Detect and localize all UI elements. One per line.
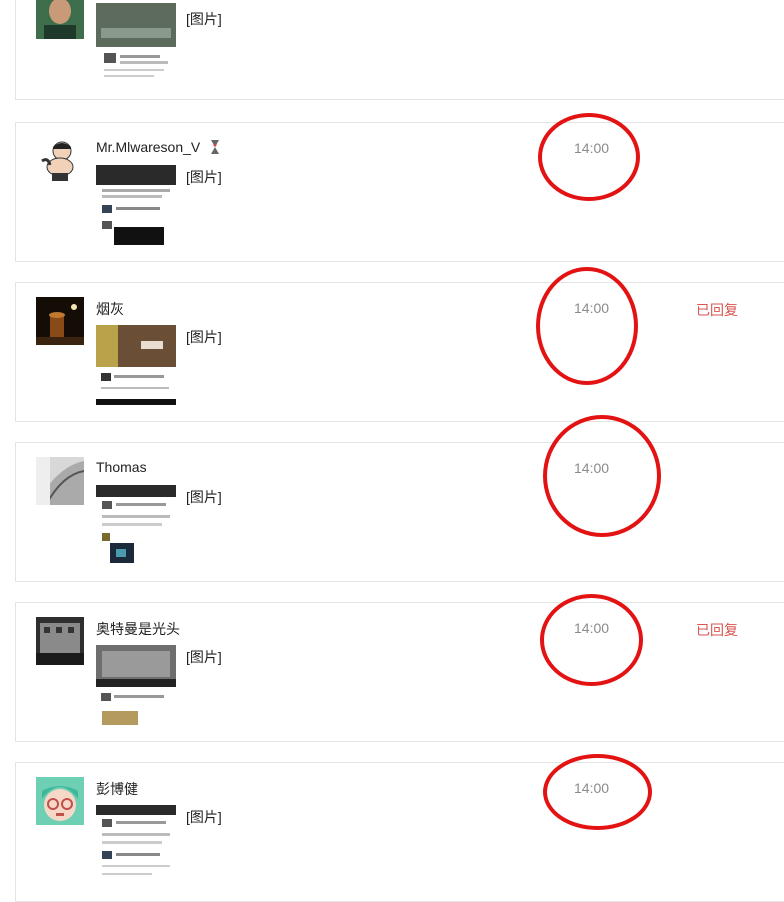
- sender-name-text: Mr.Mlwareson_V: [96, 139, 201, 156]
- image-thumbnail[interactable]: [96, 165, 176, 245]
- hourglass-icon: [210, 139, 220, 158]
- image-thumbnail[interactable]: [96, 325, 176, 405]
- avatar[interactable]: [36, 777, 84, 825]
- image-thumbnail[interactable]: [96, 645, 176, 725]
- avatar[interactable]: [36, 457, 84, 505]
- message-card[interactable]: [图片]: [15, 0, 784, 100]
- message-content: [图片]: [186, 649, 222, 665]
- message-card[interactable]: Mr.Mlwareson_V [图片] 14:00: [15, 122, 784, 262]
- message-content: [图片]: [186, 329, 222, 345]
- sender-name[interactable]: 烟灰: [96, 299, 124, 319]
- replied-status: 已回复: [696, 302, 738, 318]
- message-card[interactable]: 烟灰 [图片] 14:00 已回复: [15, 282, 784, 422]
- avatar[interactable]: [36, 137, 84, 185]
- image-thumbnail[interactable]: [96, 485, 176, 565]
- sender-name[interactable]: Mr.Mlwareson_V: [96, 139, 220, 158]
- message-time: 14:00: [574, 140, 610, 156]
- message-content: [图片]: [186, 489, 222, 505]
- message-card[interactable]: Thomas [图片] 14:00: [15, 442, 784, 582]
- avatar[interactable]: [36, 0, 84, 39]
- message-content: [图片]: [186, 809, 222, 825]
- avatar[interactable]: [36, 617, 84, 665]
- image-thumbnail[interactable]: [96, 805, 176, 885]
- message-time: 14:00: [574, 460, 610, 476]
- message-card[interactable]: 奥特曼是光头 [图片] 14:00 已回复: [15, 602, 784, 742]
- message-time: 14:00: [574, 620, 610, 636]
- message-content: [图片]: [186, 11, 222, 27]
- image-thumbnail[interactable]: [96, 3, 176, 83]
- message-time: 14:00: [574, 300, 610, 316]
- message-content: [图片]: [186, 169, 222, 185]
- message-time: 14:00: [574, 780, 610, 796]
- sender-name[interactable]: Thomas: [96, 459, 147, 475]
- message-card[interactable]: 彭博健 [图片] 14:00: [15, 762, 784, 902]
- sender-name[interactable]: 奥特曼是光头: [96, 619, 180, 639]
- replied-status: 已回复: [696, 622, 738, 638]
- sender-name[interactable]: 彭博健: [96, 779, 138, 799]
- avatar[interactable]: [36, 297, 84, 345]
